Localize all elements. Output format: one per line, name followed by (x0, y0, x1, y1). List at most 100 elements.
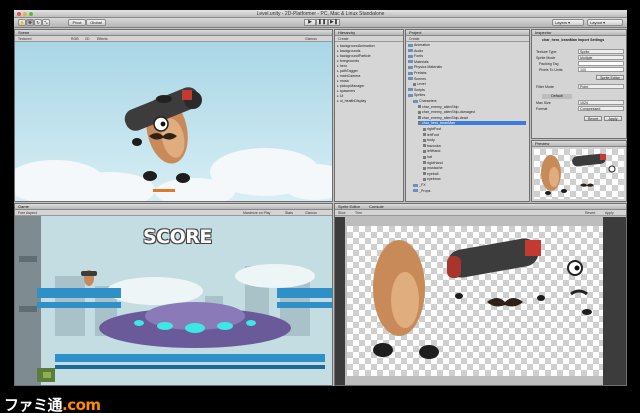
hand-tool-icon[interactable]: ✋ (18, 19, 26, 26)
inspector-panel: Inspector char_hero_beanMan Import Setti… (531, 29, 627, 139)
project-item[interactable]: body (423, 138, 526, 142)
scene-viewport[interactable] (15, 42, 332, 201)
filter-mode-dropdown[interactable]: Point (578, 84, 624, 89)
project-item[interactable]: leftFoot (423, 133, 526, 137)
folder-icon (408, 65, 413, 69)
project-item[interactable]: leftHand (423, 149, 526, 153)
folder-icon (408, 43, 413, 47)
folder-icon (408, 93, 413, 97)
layers-dropdown[interactable]: Layers ▾ (552, 19, 584, 26)
project-item[interactable]: Physics Materials (408, 65, 526, 69)
layout-dropdown[interactable]: Layout ▾ (587, 19, 623, 26)
inspector-asset-name: char_hero_beanMan Import Settings (542, 38, 605, 42)
tab-preview[interactable]: Preview (535, 141, 549, 147)
space-toggle[interactable]: Global (86, 19, 106, 26)
right-hand-sprite (537, 295, 545, 301)
project-item[interactable]: char_enemy_alienShip (418, 105, 526, 109)
asset-icon (423, 127, 426, 131)
asset-icon (423, 138, 426, 142)
platform-right (277, 288, 332, 308)
sprite-sheet-canvas[interactable] (347, 226, 603, 376)
hierarchy-item[interactable]: ▸ backgroundParticle (337, 54, 401, 58)
project-item[interactable]: eyebrow (423, 177, 526, 181)
project-create-dropdown[interactable]: Create (409, 36, 420, 42)
platform-left (37, 288, 121, 308)
preview-panel: Preview (531, 140, 627, 202)
asset-icon (413, 82, 416, 86)
project-item[interactable]: Animation (408, 43, 526, 47)
hierarchy-item[interactable]: ▸ pickupManager (337, 84, 401, 88)
hierarchy-item[interactable]: ▸ UI (337, 94, 401, 98)
main-toolbar: ✋ ✥ ↻ ⤡ Pivot Global ▶ ❚❚ ▶❚ Layers ▾ La… (14, 18, 627, 28)
pixels-to-units-label: Pixels To Units (539, 68, 563, 72)
project-item[interactable]: _FX (413, 183, 526, 187)
window-title: Level.unity - 2D-Platformer - PC, Mac & … (256, 11, 385, 17)
pause-button-icon[interactable]: ❚❚ (316, 19, 328, 26)
asset-icon (423, 133, 426, 137)
folder-icon (413, 189, 418, 193)
hierarchy-item[interactable]: ▸ pathTagger (337, 69, 401, 73)
project-item[interactable]: rightFoot (423, 127, 526, 131)
unity-editor-window: Level.unity - 2D-Platformer - PC, Mac & … (14, 10, 627, 386)
trim-button[interactable]: Trim (355, 210, 362, 216)
project-item[interactable]: Prefabs (408, 71, 526, 75)
folder-icon (408, 54, 413, 58)
sprite-revert-button[interactable]: Revert (585, 210, 595, 216)
project-item[interactable]: eyeball (423, 172, 526, 176)
texture-type-dropdown[interactable]: Sprite (578, 49, 624, 54)
project-item[interactable]: bazooka (423, 144, 526, 148)
project-item[interactable]: Characters (413, 99, 526, 103)
max-size-dropdown[interactable]: 1024 (578, 100, 624, 105)
tab-inspector[interactable]: Inspector (535, 30, 551, 36)
project-item[interactable]: _Props (413, 189, 526, 193)
slice-dropdown[interactable]: Slice (338, 210, 346, 216)
sprite-mode-dropdown[interactable]: Multiple (578, 55, 624, 60)
asset-icon (423, 149, 426, 153)
asset-icon (423, 155, 426, 159)
game-view-panel: Game Free Aspect Maximize on Play Stats … (14, 203, 333, 386)
bean-body-sprite (373, 240, 425, 336)
hierarchy-item[interactable]: ▸ backgroundAnimation (337, 44, 401, 48)
project-item[interactable]: Materials (408, 60, 526, 64)
format-dropdown[interactable]: Compressed (578, 106, 624, 111)
hierarchy-item[interactable]: ▸ backgrounds (337, 49, 401, 53)
project-item[interactable]: Level (413, 82, 526, 86)
revert-button[interactable]: Revert (584, 116, 602, 121)
hierarchy-item[interactable]: ▸ mainCamera (337, 74, 401, 78)
pivot-toggle[interactable]: Pivot (68, 19, 86, 26)
hierarchy-item[interactable]: ▸ music (337, 79, 401, 83)
project-item[interactable]: char_enemy_alienShip-dead (418, 116, 526, 120)
project-item[interactable]: char_hero_beanMan (418, 121, 526, 126)
hierarchy-item[interactable]: ▸ hero (337, 64, 401, 68)
sprite-editor-button[interactable]: Sprite Editor (596, 75, 624, 80)
hierarchy-create-dropdown[interactable]: Create (338, 36, 349, 42)
step-button-icon[interactable]: ▶❚ (328, 19, 340, 26)
hat-sprite (582, 309, 592, 315)
packing-tag-label: Packing Tag (539, 62, 559, 66)
play-button-icon[interactable]: ▶ (304, 19, 316, 26)
project-item[interactable]: hat (423, 155, 526, 159)
move-tool-icon[interactable]: ✥ (26, 19, 34, 26)
project-item[interactable]: Scenes (408, 77, 526, 81)
folder-icon (408, 60, 413, 64)
project-item[interactable]: Scripts (408, 88, 526, 92)
rotate-tool-icon[interactable]: ↻ (34, 19, 42, 26)
platform-default-tab[interactable]: Default (542, 94, 572, 99)
project-item[interactable]: mustache (423, 166, 526, 170)
project-item[interactable]: rightHand (423, 161, 526, 165)
pixels-to-units-input[interactable]: 100 (578, 67, 624, 72)
hierarchy-item[interactable]: ▸ spawners (337, 89, 401, 93)
sprite-apply-button[interactable]: Apply (605, 210, 614, 216)
packing-tag-input[interactable] (578, 61, 624, 66)
project-item[interactable]: Fonts (408, 54, 526, 58)
hierarchy-item[interactable]: ▸ ui_healthDisplay (337, 99, 401, 103)
mustache-sprite (487, 298, 523, 307)
apply-button[interactable]: Apply (604, 116, 622, 121)
project-item[interactable]: char_enemy_alienShip-damaged (418, 110, 526, 114)
hierarchy-item[interactable]: ▸ foregrounds (337, 59, 401, 63)
project-item[interactable]: Audio (408, 49, 526, 53)
scale-tool-icon[interactable]: ⤡ (42, 19, 50, 26)
score-label: SCORE (143, 226, 212, 248)
left-foot-sprite (373, 343, 393, 357)
project-item[interactable]: Sprites (408, 93, 526, 97)
